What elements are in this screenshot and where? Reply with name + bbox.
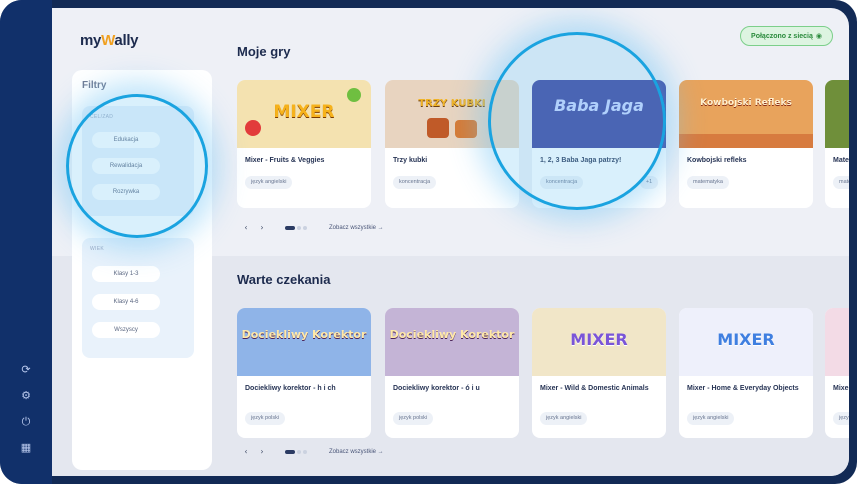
card-tag: język angielski [540,412,588,425]
game-card[interactable]: MIXER Mixer - Home & Everyday Objects ję… [679,308,813,438]
game-thumbnail: MIXER [679,308,813,376]
game-thumbnail: MIXER [532,308,666,376]
device-frame: ⟳ ⚙ ⏻ ▦ myWally Połączono z siecią ◉ Filt… [0,0,857,484]
highlight-circle-filters [66,94,208,238]
page-dots [285,450,307,454]
game-card[interactable]: Dociekliwy Korektor Dociekliwy korektor … [385,308,519,438]
game-card[interactable]: MIXER Mixer - Wild & Domestic Animals ję… [532,308,666,438]
filter-grades-1-3-button[interactable]: Klasy 1-3 [92,266,160,282]
next-arrow-icon[interactable]: › [255,444,269,460]
game-card[interactable]: Mixe Acce język [825,308,849,438]
game-thumbnail [825,308,849,376]
card-tag: język [833,412,849,425]
power-icon[interactable]: ⏻ [18,414,34,430]
see-all-link[interactable]: Zobacz wszystkie → [329,444,384,460]
card-tag: matematyka [687,176,729,189]
game-card[interactable]: Mate mate [825,80,849,208]
refresh-icon[interactable]: ⟳ [18,362,34,378]
card-tag: język polski [393,412,434,425]
filter-all-button[interactable]: Wszyscy [92,322,160,338]
grid-icon[interactable]: ▦ [18,440,34,456]
filter-group-age: WIEK Klasy 1-3 Klasy 4-6 Wszyscy [82,238,194,358]
my-games-title: Moje gry [237,44,291,59]
connection-status-badge: Połączono z siecią ◉ [740,26,833,46]
settings-icon[interactable]: ⚙ [18,388,34,404]
game-card[interactable]: MIXER Mixer - Fruits & Veggies język ang… [237,80,371,208]
app-screen: myWally Połączono z siecią ◉ Filtry CEL/Z… [52,8,849,476]
game-card[interactable]: Dociekliwy Korektor Dociekliwy korektor … [237,308,371,438]
card-tag: koncentracja [393,176,437,189]
game-thumbnail [825,80,849,148]
next-arrow-icon[interactable]: › [255,220,269,236]
card-tag: język angielski [687,412,735,425]
game-thumbnail: Dociekliwy Korektor [237,308,371,376]
filters-title: Filtry [82,80,107,91]
prev-arrow-icon[interactable]: ‹ [239,220,253,236]
card-tag: mate [833,176,849,189]
game-thumbnail: Kowbojski Refleks [679,80,813,148]
prev-arrow-icon[interactable]: ‹ [239,444,253,460]
highlight-circle-featured-card [488,32,666,210]
wifi-icon: ◉ [815,32,822,40]
card-tag: język polski [245,412,286,425]
page-dots [285,226,307,230]
app-logo: myWally [80,32,139,49]
filter-grades-4-6-button[interactable]: Klasy 4-6 [92,294,160,310]
side-rail: ⟳ ⚙ ⏻ ▦ [0,0,52,484]
game-card[interactable]: Kowbojski Refleks Kowbojski refleks mate… [679,80,813,208]
card-tag: język angielski [245,176,293,189]
game-thumbnail: MIXER [237,80,371,148]
worth-waiting-title: Warte czekania [237,272,331,287]
game-thumbnail: Dociekliwy Korektor [385,308,519,376]
see-all-link[interactable]: Zobacz wszystkie → [329,220,384,236]
